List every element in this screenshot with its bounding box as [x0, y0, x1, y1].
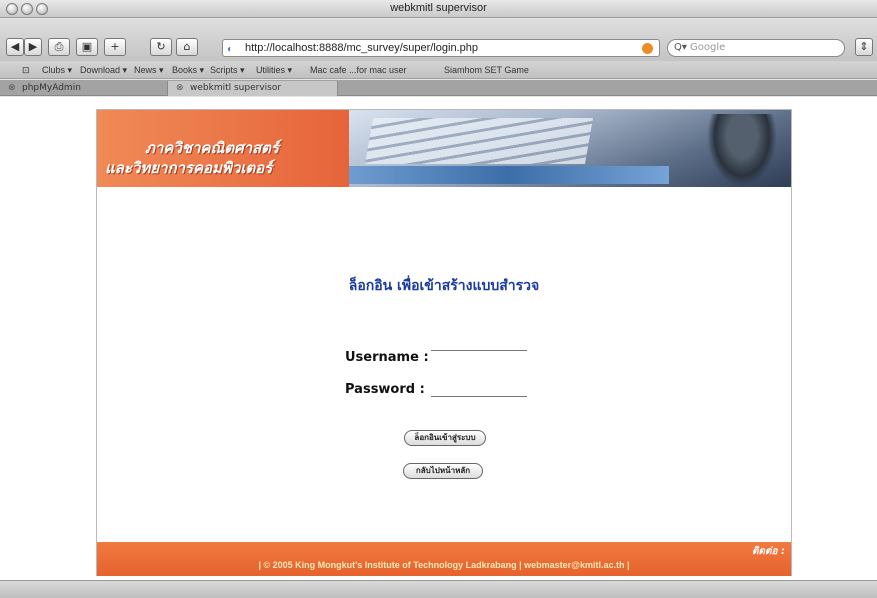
bookmark-clubs[interactable]: Clubs ▾: [42, 65, 72, 76]
rss-icon[interactable]: [642, 43, 653, 54]
footer: ติดต่อ : | © 2005 King Mongkut's Institu…: [97, 542, 791, 576]
window-title: webkmitl supervisor: [390, 2, 487, 14]
bookmarks-bar: ⊡ Clubs ▾ Download ▾ News ▾ Books ▾ Scri…: [0, 61, 877, 79]
tab-phpmyadmin[interactable]: ⊗ phpMyAdmin: [0, 81, 168, 96]
bookmark-siamhom[interactable]: Siamhom SET Game: [444, 65, 529, 75]
image-icon[interactable]: ▣: [76, 38, 98, 56]
back-icon[interactable]: ◀: [6, 38, 24, 56]
status-bar: [0, 580, 877, 598]
search-icon: Q▾: [674, 42, 687, 53]
forward-icon[interactable]: ▶: [24, 38, 42, 56]
login-page: ภาควิชาคณิตศาสตร์ และวิทยาการคอมพิวเตอร์…: [96, 109, 792, 576]
banner-blue-strip: [349, 166, 669, 184]
banner-title-area: ภาควิชาคณิตศาสตร์ และวิทยาการคอมพิวเตอร์: [97, 110, 349, 187]
globe-icon: ◐: [227, 44, 234, 55]
bookmark-news[interactable]: News ▾: [134, 65, 164, 76]
footer-contact-label: ติดต่อ :: [752, 546, 785, 557]
browser-window: webkmitl supervisor ◀ ▶ ⎙ ▣ + ↻ ⌂ ◐ http…: [0, 0, 877, 598]
statue-image: [707, 114, 777, 187]
address-bar[interactable]: ◐ http://localhost:8888/mc_survey/super/…: [222, 39, 660, 57]
browser-toolbar: ◀ ▶ ⎙ ▣ + ↻ ⌂ ◐ http://localhost:8888/mc…: [0, 19, 877, 61]
tab-label: phpMyAdmin: [22, 83, 81, 93]
bookmark-mac-cafe[interactable]: Mac cafe ...for mac user: [310, 65, 407, 75]
username-label: Username :: [345, 350, 429, 365]
close-tab-icon[interactable]: ⊗: [8, 81, 16, 95]
url-text: http://localhost:8888/mc_survey/super/lo…: [245, 42, 478, 54]
banner-title-line2: และวิทยาการคอมพิวเตอร์: [105, 159, 273, 177]
footer-copyright: | © 2005 King Mongkut's Institute of Tec…: [258, 560, 630, 570]
search-placeholder: Google: [690, 42, 726, 53]
reload-icon[interactable]: ↻: [150, 38, 172, 56]
print-icon[interactable]: ⎙: [48, 38, 70, 56]
back-to-home-button[interactable]: กลับไปหน้าหลัก: [403, 463, 483, 479]
tab-webkmitl-supervisor[interactable]: ⊗ webkmitl supervisor: [168, 81, 338, 96]
password-input[interactable]: [431, 381, 527, 397]
close-tab-icon[interactable]: ⊗: [176, 81, 184, 95]
bookmark-books[interactable]: Books ▾: [172, 65, 204, 76]
bookmarks-book-icon[interactable]: ⊡: [22, 65, 30, 76]
keyboard-image: [364, 118, 594, 164]
bookmark-scripts[interactable]: Scripts ▾: [210, 65, 245, 76]
page-viewport: ภาควิชาคณิตศาสตร์ และวิทยาการคอมพิวเตอร์…: [0, 97, 877, 580]
login-heading: ล็อกอิน เพื่อเข้าสร้างแบบสำรวจ: [348, 278, 540, 294]
search-field[interactable]: Q▾ Google: [667, 39, 845, 57]
bookmark-download[interactable]: Download ▾: [80, 65, 127, 76]
login-button[interactable]: ล็อกอินเข้าสู่ระบบ: [404, 430, 486, 446]
tab-label: webkmitl supervisor: [190, 83, 282, 93]
bookmark-utilities[interactable]: Utilities ▾: [256, 65, 292, 76]
password-label: Password :: [345, 382, 425, 397]
add-bookmark-icon[interactable]: +: [104, 38, 126, 56]
banner-image: [349, 110, 791, 187]
tab-bar: ⊗ phpMyAdmin ⊗ webkmitl supervisor: [0, 80, 877, 96]
bookmark-menu-icon[interactable]: ⇕: [855, 38, 873, 56]
title-bar: webkmitl supervisor: [0, 0, 877, 18]
home-icon[interactable]: ⌂: [176, 38, 198, 56]
username-input[interactable]: [431, 335, 527, 351]
header-banner: ภาควิชาคณิตศาสตร์ และวิทยาการคอมพิวเตอร์: [97, 110, 791, 187]
